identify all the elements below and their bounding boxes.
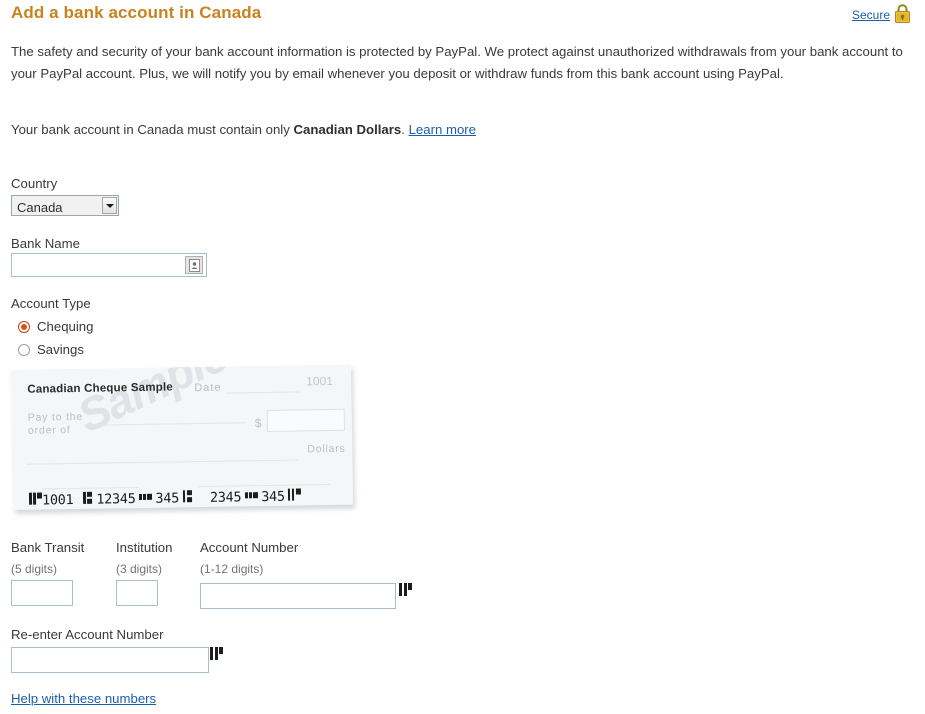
reenter-account-micr-symbol-icon bbox=[210, 647, 223, 660]
secure-link[interactable]: Secure bbox=[852, 8, 890, 22]
account-number-input[interactable] bbox=[200, 583, 396, 609]
cheque-dollars-label: Dollars bbox=[307, 442, 346, 456]
cheque-date-label: Date bbox=[194, 381, 222, 395]
account-number-hint: (1-12 digits) bbox=[200, 562, 264, 576]
micr-onus-symbol-icon-2 bbox=[182, 490, 196, 503]
institution-label: Institution bbox=[116, 540, 173, 555]
micr-onus-symbol-icon bbox=[83, 491, 96, 504]
security-intro-paragraph: The safety and security of your bank acc… bbox=[11, 44, 903, 81]
micr-institution-number: 345 bbox=[155, 490, 180, 507]
bank-transit-input[interactable] bbox=[11, 580, 73, 606]
cheque-number: 1001 bbox=[306, 373, 334, 389]
micr-dash-symbol-icon-2 bbox=[245, 489, 261, 501]
radio-chequing-indicator[interactable] bbox=[18, 320, 30, 333]
account-type-chequing-label: Chequing bbox=[37, 319, 94, 334]
page-title: Add a bank account in Canada bbox=[11, 3, 262, 22]
bank-name-label: Bank Name bbox=[11, 236, 80, 251]
country-select-value: Canada bbox=[17, 200, 63, 215]
page-header: Add a bank account in Canada Secure bbox=[0, 0, 925, 30]
cheque-amount-box bbox=[266, 408, 345, 432]
cheque-graphic: Sample Canadian Cheque Sample Date 1001 … bbox=[11, 364, 354, 510]
micr-dash-symbol-icon bbox=[139, 491, 155, 503]
cheque-signature-rule bbox=[197, 484, 330, 488]
cheque-sample-image: Sample Canadian Cheque Sample Date 1001 … bbox=[11, 364, 356, 518]
cheque-dollar-sign: $ bbox=[254, 416, 262, 431]
institution-input[interactable] bbox=[116, 580, 158, 606]
micr-symbol-icon bbox=[28, 492, 43, 505]
learn-more-link[interactable]: Learn more bbox=[409, 122, 476, 137]
cheque-pay-to-line2: order of bbox=[27, 424, 71, 437]
bank-name-input[interactable] bbox=[11, 253, 207, 277]
cheque-memo-rule bbox=[40, 487, 139, 490]
cheque-pay-to-label: Pay to the order of bbox=[28, 411, 84, 438]
secure-indicator: Secure bbox=[852, 4, 911, 26]
cheque-pay-to-line1: Pay to the bbox=[27, 410, 84, 424]
chevron-down-icon[interactable] bbox=[102, 197, 117, 214]
currency-notice-suffix: . bbox=[401, 122, 409, 137]
account-type-label: Account Type bbox=[11, 296, 91, 311]
currency-notice-bold: Canadian Dollars bbox=[293, 122, 402, 137]
micr-account-part2: 345 bbox=[261, 488, 285, 506]
currency-notice-prefix: Your bank account in Canada must contain… bbox=[11, 122, 294, 137]
micr-cheque-number: 1001 bbox=[41, 492, 74, 509]
help-with-numbers-link[interactable]: Help with these numbers bbox=[11, 691, 156, 706]
reenter-account-number-label: Re-enter Account Number bbox=[11, 627, 164, 642]
micr-account-part1: 2345 bbox=[209, 489, 242, 506]
cheque-micr-line: 1001 12345 345 2345 345 bbox=[28, 488, 301, 509]
cheque-watermark: Sample bbox=[69, 364, 235, 443]
padlock-icon bbox=[894, 4, 911, 26]
account-type-savings-label: Savings bbox=[37, 342, 84, 357]
account-type-radio-chequing[interactable]: Chequing bbox=[18, 319, 93, 334]
institution-hint: (3 digits) bbox=[116, 562, 163, 576]
account-number-label: Account Number bbox=[200, 540, 299, 555]
reenter-account-number-input[interactable] bbox=[11, 647, 209, 673]
micr-transit-number: 12345 bbox=[96, 491, 136, 508]
country-label: Country bbox=[11, 176, 58, 191]
bank-lookup-icon[interactable] bbox=[185, 256, 203, 274]
account-number-micr-symbol-icon bbox=[399, 583, 412, 596]
micr-symbol-icon-end bbox=[287, 488, 301, 501]
currency-notice: Your bank account in Canada must contain… bbox=[11, 120, 476, 139]
bank-transit-label: Bank Transit bbox=[11, 540, 85, 555]
cheque-date-rule bbox=[225, 391, 300, 394]
add-bank-account-page: Add a bank account in Canada Secure The … bbox=[0, 0, 925, 714]
cheque-sample-title: Canadian Cheque Sample bbox=[27, 381, 174, 396]
bank-transit-hint: (5 digits) bbox=[11, 562, 58, 576]
country-select[interactable]: Canada bbox=[11, 195, 119, 216]
account-type-radio-savings[interactable]: Savings bbox=[18, 342, 84, 357]
cheque-amount-words-rule bbox=[26, 459, 299, 465]
radio-savings-indicator[interactable] bbox=[18, 343, 30, 356]
